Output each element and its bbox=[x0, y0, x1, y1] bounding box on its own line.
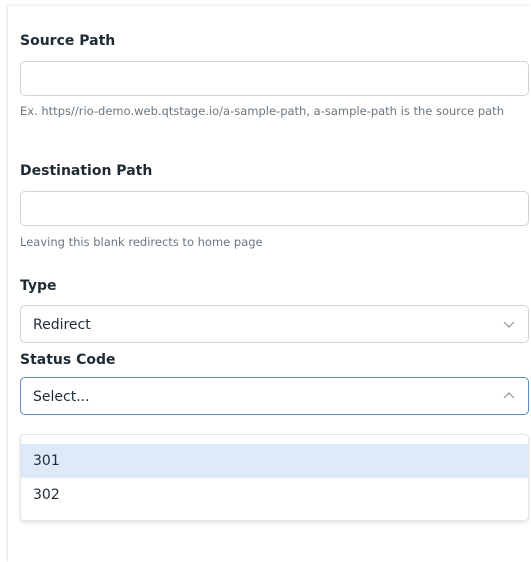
chevron-down-icon bbox=[503, 321, 515, 328]
type-select[interactable]: Redirect bbox=[20, 305, 529, 343]
status-code-option-302[interactable]: 302 bbox=[21, 478, 528, 512]
type-select-value: Redirect bbox=[33, 317, 91, 333]
status-code-select[interactable]: Select... bbox=[20, 377, 529, 415]
destination-path-label: Destination Path bbox=[20, 163, 153, 179]
option-label: 302 bbox=[33, 487, 60, 503]
destination-path-input[interactable] bbox=[20, 191, 529, 226]
status-code-label: Status Code bbox=[20, 352, 116, 368]
source-path-help: Ex. https//rio-demo.web.qtstage.io/a-sam… bbox=[20, 104, 504, 118]
chevron-up-icon bbox=[503, 392, 515, 399]
status-code-dropdown: 301 302 bbox=[20, 434, 529, 521]
source-path-input[interactable] bbox=[20, 61, 529, 96]
type-label: Type bbox=[20, 278, 57, 294]
status-code-placeholder: Select... bbox=[33, 389, 90, 405]
source-path-label: Source Path bbox=[20, 33, 116, 49]
redirect-form-panel: Source Path Ex. https//rio-demo.web.qtst… bbox=[8, 6, 531, 562]
option-label: 301 bbox=[33, 453, 60, 469]
destination-path-help: Leaving this blank redirects to home pag… bbox=[20, 235, 263, 249]
status-code-option-301[interactable]: 301 bbox=[21, 444, 528, 478]
